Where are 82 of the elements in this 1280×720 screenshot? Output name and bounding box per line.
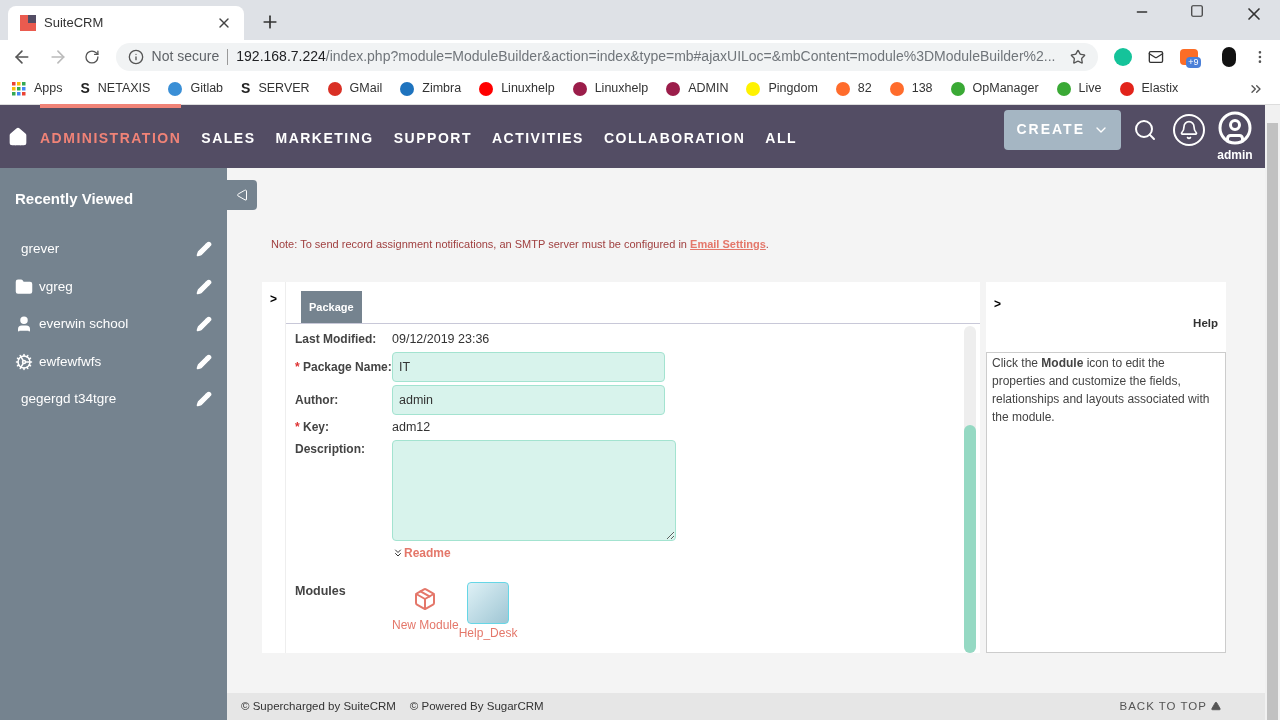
field-label: Author:	[295, 391, 340, 409]
bookmark-link[interactable]: OpManager	[950, 79, 1039, 98]
bookmark-link[interactable]: Elastix	[1119, 79, 1179, 98]
gear-icon	[15, 352, 33, 371]
nav-tab[interactable]: SALES	[201, 104, 256, 169]
bookmark-link[interactable]: Live	[1056, 79, 1102, 98]
edit-icon[interactable]	[196, 391, 212, 408]
expand-toggle[interactable]: >	[270, 291, 277, 306]
new-module-icon	[413, 586, 438, 611]
maximize-icon[interactable]	[1190, 4, 1204, 18]
info-icon	[127, 48, 144, 65]
recent-item-link[interactable]: gegergd t34tgre	[21, 389, 196, 410]
folder-icon	[15, 277, 33, 296]
cube-icon	[467, 581, 510, 624]
bookmark-link[interactable]: 138	[889, 79, 933, 98]
collapse-sidebar-button[interactable]	[227, 180, 257, 210]
recent-item-link[interactable]: vgreg	[39, 276, 196, 297]
help-text: Click the Module icon to edit the properties and customize the fields, relationships and layouts associated with the module.	[992, 354, 1211, 426]
bookmark-link[interactable]: 82	[835, 79, 872, 98]
field-label: Last Modified:	[295, 331, 378, 348]
extension-badge: +9	[1186, 56, 1201, 68]
help-title: Help	[1192, 315, 1219, 331]
bookmark-link[interactable]: S SERVER	[241, 78, 310, 99]
field-label: Description:	[295, 440, 366, 458]
nav-tab[interactable]: SUPPORT	[393, 104, 472, 169]
modules-label: Modules	[295, 582, 347, 600]
edit-icon[interactable]	[196, 241, 212, 258]
back-to-top-link[interactable]: BACK TO TOP	[1119, 697, 1221, 715]
address-bar[interactable]: Not secure 192.168.7.224/index.php?module=ModuleBuilder&action=index&type=mb#ajaxUILoc=&mbContent=module%3DModuleBuilder%2...	[115, 42, 1099, 71]
smtp-note: Note: To send record assignment notifications, an SMTP server must be configured in Email Settings.	[271, 237, 770, 252]
bookmark-link[interactable]: Pingdom	[746, 79, 818, 98]
edit-icon[interactable]	[196, 353, 212, 370]
security-label: Not secure	[151, 47, 220, 66]
bookmark-link[interactable]: ADMIN	[666, 79, 729, 98]
reload-icon[interactable]	[83, 48, 100, 65]
description-field[interactable]	[392, 439, 676, 541]
user-name[interactable]: admin	[1217, 145, 1253, 164]
scrollbar[interactable]	[964, 326, 976, 653]
footer-credit: © Supercharged by SuiteCRM	[241, 698, 396, 714]
letter-icon: S	[241, 78, 251, 99]
expand-icon	[392, 546, 404, 559]
recent-item-link[interactable]: grever	[21, 239, 196, 260]
bookmark-link[interactable]: GMail	[327, 79, 383, 98]
sidebar-title: Recently Viewed	[15, 189, 135, 209]
expand-toggle[interactable]: >	[986, 281, 1226, 313]
bookmark-link[interactable]: S NETAXIS	[80, 78, 151, 99]
nav-tab[interactable]: ALL	[765, 104, 798, 169]
edit-icon[interactable]	[196, 316, 212, 333]
user-avatar-icon[interactable]	[1217, 109, 1253, 146]
bookmark-star-icon[interactable]	[1070, 48, 1087, 65]
apps-grid-icon	[12, 81, 26, 96]
url-text: 192.168.7.224/index.php?module=ModuleBuilder&action=index&type=mb#ajaxUILoc=&mbContent=module%3DModuleBuilder%2...	[236, 47, 1057, 66]
bookmark-link[interactable]: Zimbra	[400, 79, 462, 98]
package-tab[interactable]: Package	[301, 290, 362, 323]
mail-icon[interactable]	[1148, 48, 1165, 65]
field-label: * Package Name:	[295, 358, 392, 376]
field-value: 09/12/2019 23:36	[392, 331, 490, 348]
recent-item-link[interactable]: ewfewfwfs	[39, 351, 196, 372]
person-icon	[15, 315, 33, 334]
nav-tab[interactable]: ACTIVITIES	[491, 104, 584, 169]
text-input[interactable]: IT	[392, 351, 665, 382]
nav-tab[interactable]: MARKETING	[275, 104, 374, 169]
edit-icon[interactable]	[196, 278, 212, 295]
text-input[interactable]: admin	[392, 384, 665, 415]
notifications-icon[interactable]	[1173, 113, 1205, 146]
footer-credit: © Powered By SugarCRM	[409, 698, 544, 714]
bookmark-link[interactable]: Gitlab	[168, 79, 224, 98]
recent-item-link[interactable]: everwin school	[39, 314, 196, 335]
nav-tab[interactable]: COLLABORATION	[603, 104, 746, 169]
letter-icon: S	[80, 78, 90, 99]
home-icon[interactable]	[8, 126, 28, 147]
field-value: adm12	[392, 418, 431, 436]
bookmark-link[interactable]: Apps	[12, 79, 63, 98]
up-icon	[1211, 701, 1221, 712]
bookmark-link[interactable]: Linuxhelp	[479, 79, 555, 98]
bookmark-link[interactable]: Linuxhelp	[572, 79, 649, 98]
browser-tab[interactable]: SuiteCRM	[8, 6, 244, 40]
field-label: * Key:	[295, 418, 331, 436]
suitecrm-logo-icon	[20, 15, 36, 31]
search-icon[interactable]	[1133, 117, 1157, 142]
collapse-icon	[236, 189, 248, 201]
tab-title: SuiteCRM	[44, 14, 105, 33]
